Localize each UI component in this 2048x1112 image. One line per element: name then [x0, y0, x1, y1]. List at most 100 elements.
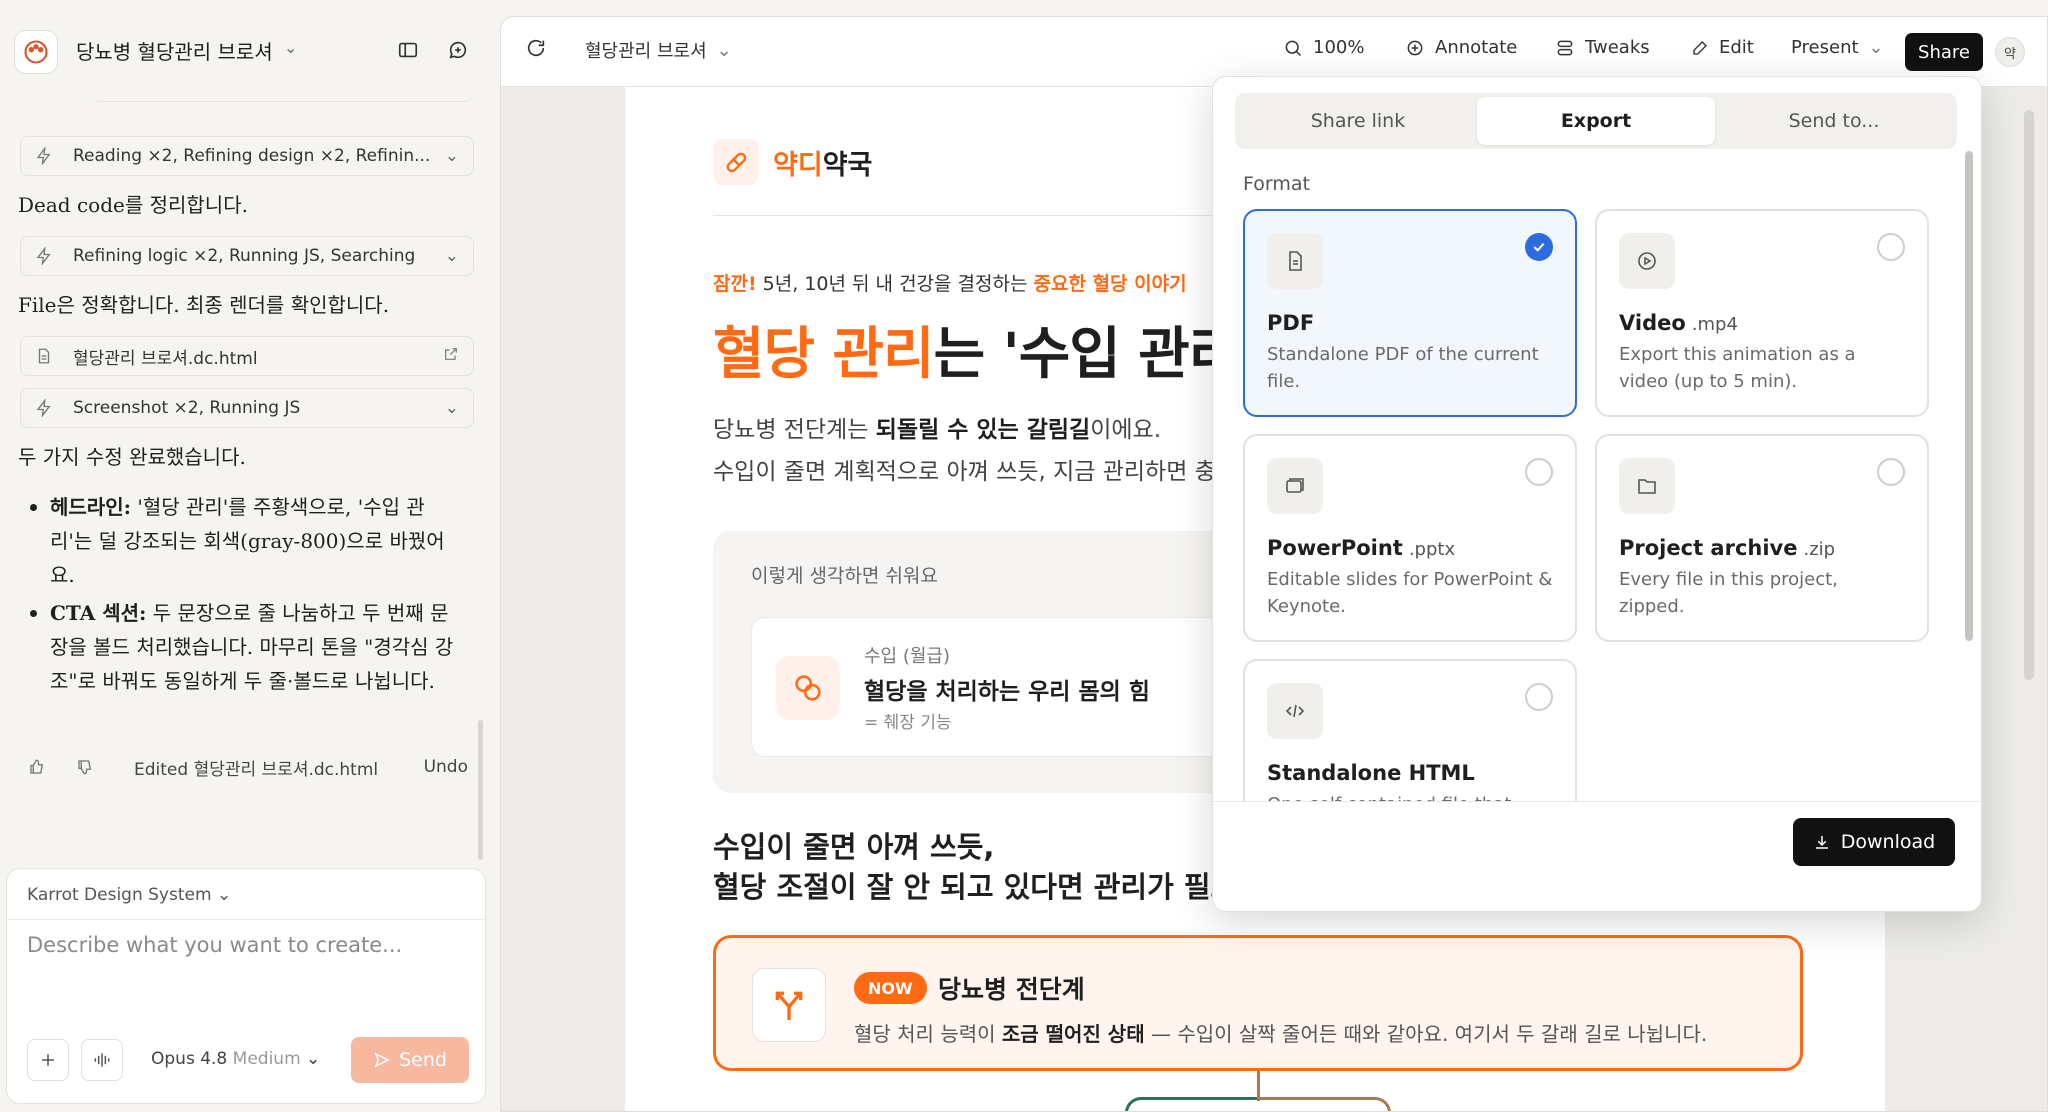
plus-icon: [42, 1054, 54, 1066]
branch-connector: [1125, 1097, 1259, 1111]
chevron-down-icon: ⌄: [716, 39, 732, 61]
branch-connector: [1257, 1097, 1391, 1111]
list-item-label: CTA 섹션:: [50, 601, 147, 625]
now-description: 혈당 처리 능력이 조금 떨어진 상태 — 수입이 살짝 줄어든 때와 같아요.…: [854, 1022, 1708, 1046]
radio-checked[interactable]: [1525, 233, 1553, 261]
format-description: Standalone PDF of the current file.: [1267, 344, 1539, 392]
chevron-down-icon: ⌄: [1868, 37, 1884, 58]
format-option-video[interactable]: Video .mp4 Export this animation as a vid…: [1595, 209, 1929, 417]
annotate-button[interactable]: Annotate: [1405, 37, 1517, 58]
activity-chip[interactable]: Screenshot ×2, Running JS ⌄: [20, 388, 474, 428]
sidebar-header: 당뇨병 혈당관리 브로셔 ⌄: [0, 0, 496, 102]
chevron-down-icon: ⌄: [216, 885, 232, 905]
comment-plus-icon: [1407, 40, 1423, 55]
folder-icon: [1619, 458, 1675, 514]
analogy-sub: = 췌장 기능: [864, 713, 952, 733]
format-name: PDF: [1267, 311, 1315, 335]
sidebar-toggle-icon[interactable]: [390, 32, 426, 68]
format-option-pdf[interactable]: PDF Standalone PDF of the current file.: [1243, 209, 1577, 417]
coins-icon: [776, 656, 840, 720]
radio-unchecked[interactable]: [1525, 458, 1553, 486]
thumbs-down-icon[interactable]: [76, 758, 98, 776]
zoom-control[interactable]: 100%: [1283, 37, 1364, 58]
app-logo[interactable]: [14, 30, 58, 74]
reload-icon: [527, 39, 545, 57]
tweaks-button[interactable]: Tweaks: [1555, 37, 1650, 58]
file-title-select[interactable]: 혈당관리 브로셔 ⌄: [585, 37, 732, 63]
present-button[interactable]: Present ⌄: [1791, 37, 1884, 58]
zoom-level: 100%: [1313, 37, 1365, 58]
design-system-select[interactable]: Karrot Design System ⌄: [27, 885, 231, 905]
assistant-message: 두 가지 수정 완료했습니다.: [18, 445, 246, 469]
document-icon: [1267, 233, 1323, 289]
kicker: 잠깐! 5년, 10년 뒤 내 건강을 결정하는 중요한 혈당 이야기: [713, 273, 1187, 295]
share-popover: Share link Export Send to... Format PDF …: [1212, 76, 1982, 912]
activity-chip[interactable]: Refining logic ×2, Running JS, Searching…: [20, 236, 474, 276]
radio-unchecked[interactable]: [1877, 233, 1905, 261]
reload-button[interactable]: [525, 37, 547, 59]
now-title: 당뇨병 전단계: [938, 975, 1085, 1004]
summary-list: 헤드라인: '혈당 관리'를 주황색으로, '수입 관리'는 덜 강조되는 회색…: [26, 490, 466, 702]
radio-unchecked[interactable]: [1525, 683, 1553, 711]
chip-label: Screenshot ×2, Running JS: [73, 398, 301, 418]
prompt-input[interactable]: Describe what you want to create...: [27, 933, 402, 957]
model-name: Opus 4.8: [151, 1049, 228, 1069]
chevron-down-icon[interactable]: ⌄: [284, 38, 297, 57]
format-name: Standalone HTML: [1267, 761, 1475, 785]
list-item: CTA 섹션: 두 문장으로 줄 나눔하고 두 번째 문장을 볼드 처리했습니다…: [26, 596, 466, 698]
format-option-archive[interactable]: Project archive .zip Every file in this p…: [1595, 434, 1929, 642]
download-button[interactable]: Download: [1793, 818, 1955, 866]
chip-label: Reading ×2, Refining design ×2, Refinin.…: [73, 146, 431, 166]
tab-send-to[interactable]: Send to...: [1715, 97, 1953, 145]
project-title[interactable]: 당뇨병 혈당관리 브로셔: [76, 36, 273, 65]
chevron-down-icon: ⌄: [444, 246, 459, 266]
send-button[interactable]: Send: [351, 1037, 469, 1083]
format-description: Export this animation as a video (up to …: [1619, 344, 1856, 392]
analogy-title: 혈당을 처리하는 우리 몸의 힘: [864, 679, 1150, 705]
download-label: Download: [1840, 831, 1936, 853]
chat-sidebar: 당뇨병 혈당관리 브로셔 ⌄ Reading ×2, Refining desi…: [0, 0, 496, 1112]
tab-export[interactable]: Export: [1477, 97, 1715, 145]
chevron-down-icon: ⌄: [444, 398, 459, 418]
format-name: Video .mp4: [1619, 311, 1738, 335]
tweaks-label: Tweaks: [1585, 37, 1650, 58]
download-icon: [1815, 836, 1828, 849]
edit-button[interactable]: Edit: [1691, 37, 1754, 58]
format-option-powerpoint[interactable]: PowerPoint .pptx Editable slides for Powe…: [1243, 434, 1577, 642]
lightning-icon: [35, 247, 59, 265]
tab-share-link[interactable]: Share link: [1239, 97, 1477, 145]
chip-label: 혈당관리 브로셔.dc.html: [73, 348, 258, 369]
undo-button[interactable]: Undo: [424, 757, 468, 777]
new-chat-icon[interactable]: [440, 32, 476, 68]
chevron-down-icon: ⌄: [306, 1049, 321, 1069]
thumbs-up-icon[interactable]: [28, 758, 50, 776]
now-stage-card: NOW 당뇨병 전단계 혈당 처리 능력이 조금 떨어진 상태 — 수입이 살짝…: [713, 935, 1803, 1071]
brand: 약디약국: [713, 139, 872, 185]
add-attachment-button[interactable]: [27, 1039, 69, 1081]
analogy-label: 이렇게 생각하면 쉬워요: [751, 565, 938, 587]
pencil-icon: [1693, 40, 1707, 55]
chevron-down-icon: ⌄: [444, 146, 459, 166]
format-label: Format: [1243, 173, 1310, 195]
edited-file-label: Edited 혈당관리 브로셔.dc.html: [134, 759, 379, 780]
scrollbar[interactable]: [2024, 110, 2034, 680]
radio-unchecked[interactable]: [1877, 458, 1905, 486]
avatar[interactable]: 약: [1995, 37, 2025, 67]
model-select[interactable]: Opus 4.8 Medium ⌄: [151, 1049, 320, 1069]
now-badge: NOW: [854, 972, 927, 1004]
model-effort: Medium: [232, 1049, 301, 1069]
list-item-label: 헤드라인:: [50, 495, 131, 519]
scrollbar[interactable]: [1965, 151, 1973, 641]
message-actions: Edited 혈당관리 브로셔.dc.html Undo: [28, 752, 468, 782]
activity-chip[interactable]: Reading ×2, Refining design ×2, Refinin.…: [20, 136, 474, 176]
open-external-icon[interactable]: [443, 346, 459, 367]
list-item: 헤드라인: '혈당 관리'를 주황색으로, '수입 관리'는 덜 강조되는 회색…: [26, 490, 466, 592]
share-button[interactable]: Share: [1905, 33, 1983, 71]
file-chip[interactable]: 혈당관리 브로셔.dc.html: [20, 336, 474, 376]
voice-input-button[interactable]: [81, 1039, 123, 1081]
scrollbar[interactable]: [478, 720, 483, 860]
format-description: Editable slides for PowerPoint & Keynote…: [1267, 569, 1553, 617]
assistant-message: File은 정확합니다. 최종 렌더를 확인합니다.: [18, 293, 390, 317]
divider: [7, 919, 485, 920]
brand-name: 약디약국: [773, 149, 873, 181]
